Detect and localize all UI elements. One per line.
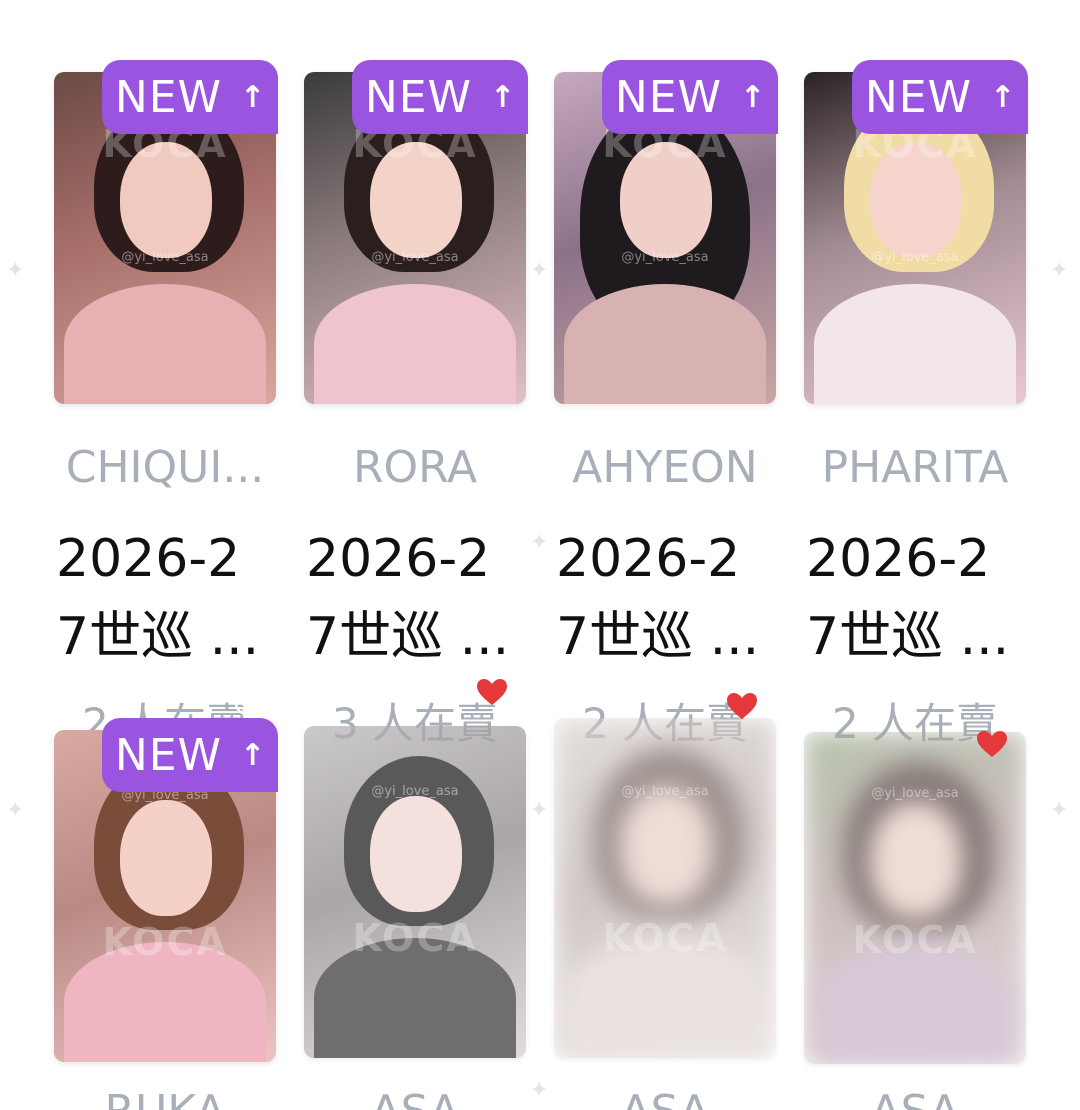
check-circle-icon <box>984 32 1010 58</box>
arrow-up-icon: ↑ <box>240 737 266 773</box>
photocard-grid: ✦ ✦ ✦ ✦ ✦ ✦ ✦ ✦ KOCA @yi_love_asa NEW ↑ … <box>0 0 1080 1110</box>
heart-icon[interactable] <box>726 692 758 720</box>
member-name: ASA <box>804 1082 1026 1110</box>
photocard-image[interactable]: KOCA @yi_love_asa <box>304 726 526 1058</box>
photocard-image[interactable]: KOCA @yi_love_asa <box>554 718 776 1058</box>
sparkle-icon: ✦ <box>530 798 549 823</box>
new-badge: NEW ↑ <box>852 60 1028 134</box>
member-name: ASA <box>304 1082 526 1110</box>
card-title[interactable]: 2026-2 7世巡 ... <box>306 520 536 676</box>
check-circle-icon <box>484 32 510 58</box>
heart-icon[interactable] <box>976 730 1008 758</box>
watermark-logo: KOCA <box>102 920 228 964</box>
member-name: AHYEON <box>572 442 758 493</box>
check-circle-icon <box>734 32 760 58</box>
new-badge: NEW ↑ <box>102 718 278 792</box>
arrow-up-icon: ↑ <box>740 79 766 115</box>
watermark-handle: @yi_love_asa <box>121 250 209 265</box>
arrow-up-icon: ↑ <box>490 79 516 115</box>
watermark-handle: @yi_love_asa <box>621 250 709 265</box>
check-circle-icon <box>234 32 260 58</box>
sparkle-icon: ✦ <box>530 1078 549 1103</box>
new-badge-label: NEW <box>864 71 973 123</box>
sparkle-icon: ✦ <box>1050 798 1069 823</box>
watermark-handle: @yi_love_asa <box>621 784 709 799</box>
sparkle-icon: ✦ <box>6 258 25 283</box>
new-badge-label: NEW <box>614 71 723 123</box>
card-title-line1: 2026-2 <box>56 529 241 589</box>
member-name: RORA <box>352 442 478 493</box>
member-name: ASA <box>554 1082 776 1110</box>
card-title-line2: 7世巡 ... <box>556 607 760 667</box>
watermark-logo: KOCA <box>852 918 978 962</box>
watermark-handle: @yi_love_asa <box>871 250 959 265</box>
watermark-handle: @yi_love_asa <box>371 250 459 265</box>
new-badge-label: NEW <box>364 71 473 123</box>
sparkle-icon: ✦ <box>530 258 549 283</box>
card-title[interactable]: 2026-2 7世巡 ... <box>806 520 1036 676</box>
new-badge: NEW ↑ <box>602 60 778 134</box>
card-title-line1: 2026-2 <box>806 529 991 589</box>
card-title-line1: 2026-2 <box>306 529 491 589</box>
card-title-line2: 7世巡 ... <box>306 607 510 667</box>
card-title-line2: 7世巡 ... <box>806 607 1010 667</box>
member-name: PHARITA <box>821 442 1009 493</box>
arrow-up-icon: ↑ <box>990 79 1016 115</box>
new-badge-label: NEW <box>114 71 223 123</box>
card-title[interactable]: 2026-2 7世巡 ... <box>56 520 286 676</box>
arrow-up-icon: ↑ <box>240 79 266 115</box>
sparkle-icon: ✦ <box>6 798 25 823</box>
watermark-handle: @yi_love_asa <box>371 784 459 799</box>
photocard-image[interactable]: KOCA @yi_love_asa <box>804 732 1026 1064</box>
sparkle-icon: ✦ <box>1050 258 1069 283</box>
member-name: CHIQUI... <box>65 442 265 493</box>
new-badge: NEW ↑ <box>352 60 528 134</box>
check-circle-icon <box>234 690 260 716</box>
card-title-line1: 2026-2 <box>556 529 741 589</box>
watermark-logo: KOCA <box>602 916 728 960</box>
heart-icon[interactable] <box>476 678 508 706</box>
new-badge: NEW ↑ <box>102 60 278 134</box>
card-title[interactable]: 2026-2 7世巡 ... <box>556 520 786 676</box>
card-title-line2: 7世巡 ... <box>56 607 260 667</box>
member-name: RUKA <box>54 1082 276 1110</box>
watermark-logo: KOCA <box>352 916 478 960</box>
watermark-handle: @yi_love_asa <box>871 786 959 801</box>
new-badge-label: NEW <box>114 729 223 781</box>
